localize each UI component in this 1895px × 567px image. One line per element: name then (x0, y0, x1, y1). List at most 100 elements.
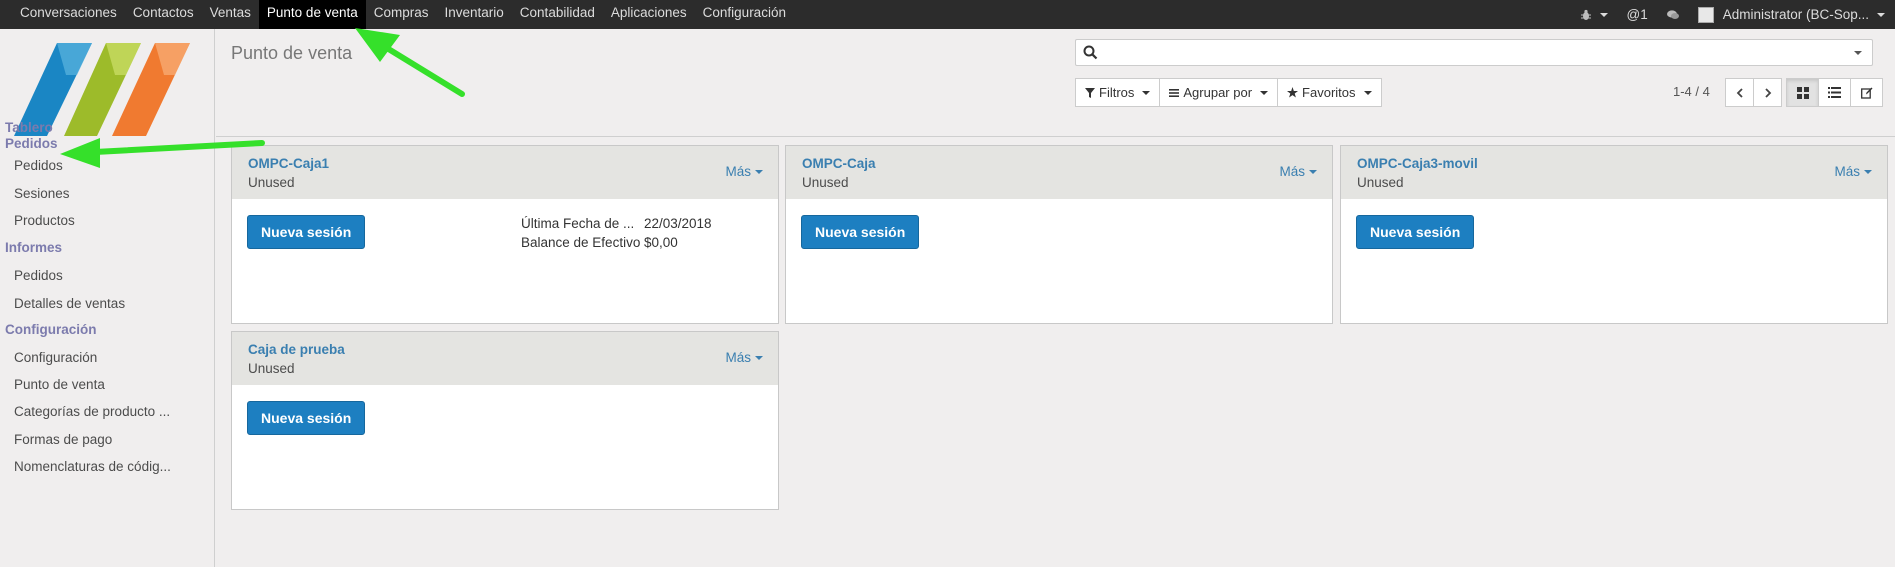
card-status: Unused (248, 361, 295, 376)
pos-config-card: OMPC-Caja3-movil Unused Más Nueva sesión (1340, 145, 1888, 324)
new-session-button[interactable]: Nueva sesión (801, 215, 920, 249)
menu-item-inventario[interactable]: Inventario (437, 0, 512, 29)
cash-balance: Balance de Efectivo $0,00 (521, 235, 678, 250)
debug-menu[interactable] (1571, 9, 1617, 21)
filters-button[interactable]: Filtros (1075, 78, 1161, 107)
pager-value[interactable]: 1-4 / 4 (1673, 84, 1710, 99)
cash-balance-value: $0,00 (644, 235, 678, 250)
chat-button[interactable] (1657, 9, 1689, 21)
sidebar-item-formas-de-pago[interactable]: Formas de pago (14, 432, 112, 447)
card-more-label: Más (1834, 164, 1860, 179)
filters-label: Filtros (1099, 85, 1135, 100)
kanban-view-button[interactable] (1786, 78, 1819, 107)
main-menu: Conversaciones Contactos Ventas Punto de… (0, 0, 794, 29)
list-view-icon (1828, 87, 1841, 98)
card-status: Unused (248, 175, 295, 190)
sidebar-item-productos[interactable]: Productos (14, 213, 75, 228)
last-closing-date-value: 22/03/2018 (644, 216, 712, 231)
favorites-label: Favoritos (1302, 85, 1356, 100)
bug-icon (1581, 9, 1592, 20)
new-session-button[interactable]: Nueva sesión (1356, 215, 1475, 249)
notifications-count: @1 (1626, 7, 1648, 22)
card-title[interactable]: Caja de prueba (248, 342, 345, 357)
card-status: Unused (1357, 175, 1404, 190)
menu-item-aplicaciones[interactable]: Aplicaciones (603, 0, 695, 29)
new-session-button[interactable]: Nueva sesión (247, 401, 366, 435)
control-panel-divider (216, 136, 1895, 137)
chevron-right-icon (1764, 87, 1771, 98)
search-bar[interactable] (1075, 39, 1873, 66)
last-closing-date: Última Fecha de ... 22/03/2018 (521, 216, 712, 231)
card-title[interactable]: OMPC-Caja3-movil (1357, 156, 1478, 171)
sidebar-item-punto-de-venta[interactable]: Punto de venta (14, 377, 105, 392)
menu-item-configuracion[interactable]: Configuración (695, 0, 794, 29)
user-menu[interactable]: Administrator (BC-Sop... (1689, 6, 1895, 23)
list-icon (1169, 88, 1180, 97)
sidebar: Tablero Pedidos Pedidos Sesiones Product… (0, 29, 215, 567)
pos-config-card: Caja de prueba Unused Más Nueva sesión (231, 331, 779, 510)
chevron-left-icon (1736, 87, 1743, 98)
card-more-button[interactable]: Más (725, 164, 763, 179)
sidebar-section-configuracion[interactable]: Configuración (5, 322, 97, 337)
notifications[interactable]: @1 (1617, 7, 1656, 22)
card-header: OMPC-Caja Unused Más (786, 146, 1332, 199)
menu-item-contactos[interactable]: Contactos (125, 0, 202, 29)
sidebar-item-informes-pedidos[interactable]: Pedidos (14, 268, 63, 283)
groupby-label: Agrupar por (1183, 85, 1253, 100)
search-dropdown-icon[interactable] (1854, 51, 1862, 55)
arrow-to-menu (355, 28, 465, 97)
pager-next-button[interactable] (1753, 78, 1782, 107)
card-status: Unused (802, 175, 849, 190)
kanban-icon (1796, 86, 1809, 99)
sidebar-section-pedidos[interactable]: Pedidos (5, 136, 58, 151)
form-view-button[interactable] (1850, 78, 1883, 107)
menu-item-ventas[interactable]: Ventas (202, 0, 259, 29)
card-more-label: Más (1279, 164, 1305, 179)
card-more-label: Más (725, 350, 751, 365)
chevron-down-icon (755, 169, 763, 174)
sidebar-item-sesiones[interactable]: Sesiones (14, 186, 70, 201)
cash-balance-label: Balance de Efectivo (521, 235, 641, 250)
menu-item-compras[interactable]: Compras (366, 0, 437, 29)
chevron-down-icon (755, 355, 763, 360)
sidebar-item-pedidos[interactable]: Pedidos (14, 158, 63, 173)
avatar (1697, 6, 1714, 23)
pos-config-card: OMPC-Caja Unused Más Nueva sesión (785, 145, 1333, 324)
card-header: OMPC-Caja3-movil Unused Más (1341, 146, 1887, 199)
sidebar-item-configuracion[interactable]: Configuración (14, 350, 97, 365)
search-options: Filtros Agrupar por Favoritos (1075, 78, 1382, 107)
card-header: OMPC-Caja1 Unused Más (232, 146, 778, 199)
star-icon (1287, 87, 1299, 98)
list-view-button[interactable] (1818, 78, 1851, 107)
card-more-button[interactable]: Más (1279, 164, 1317, 179)
chevron-down-icon (1864, 169, 1872, 174)
sidebar-item-detalles-de-ventas[interactable]: Detalles de ventas (14, 296, 125, 311)
sidebar-item-tablero[interactable]: Tablero (5, 120, 53, 135)
page-title: Punto de venta (231, 43, 353, 63)
card-title[interactable]: OMPC-Caja1 (248, 156, 329, 171)
edit-icon (1860, 87, 1872, 99)
card-more-button[interactable]: Más (1834, 164, 1872, 179)
menu-item-contabilidad[interactable]: Contabilidad (512, 0, 603, 29)
chat-icon (1666, 9, 1679, 19)
pager-buttons (1725, 78, 1782, 107)
groupby-button[interactable]: Agrupar por (1159, 78, 1279, 107)
chevron-down-icon (1309, 169, 1317, 174)
search-icon (1083, 45, 1098, 60)
pager-previous-button[interactable] (1725, 78, 1754, 107)
last-closing-date-label: Última Fecha de ... (521, 216, 635, 231)
pos-config-card: OMPC-Caja1 Unused Más Nueva sesión Últim… (231, 145, 779, 324)
search-input[interactable] (1104, 43, 1824, 62)
systray: @1 Administrator (BC-Sop... (1571, 0, 1895, 29)
card-header: Caja de prueba Unused Más (232, 332, 778, 385)
menu-item-punto-de-venta[interactable]: Punto de venta (258, 0, 366, 29)
sidebar-section-informes[interactable]: Informes (5, 240, 62, 255)
sidebar-item-categorias[interactable]: Categorías de producto ... (14, 404, 170, 419)
card-more-button[interactable]: Más (725, 350, 763, 365)
sidebar-item-nomenclaturas[interactable]: Nomenclaturas de códig... (14, 459, 171, 474)
card-title[interactable]: OMPC-Caja (802, 156, 876, 171)
user-name: Administrator (BC-Sop... (1722, 7, 1869, 22)
new-session-button[interactable]: Nueva sesión (247, 215, 366, 249)
favorites-button[interactable]: Favoritos (1277, 78, 1382, 107)
menu-item-conversaciones[interactable]: Conversaciones (12, 0, 125, 29)
